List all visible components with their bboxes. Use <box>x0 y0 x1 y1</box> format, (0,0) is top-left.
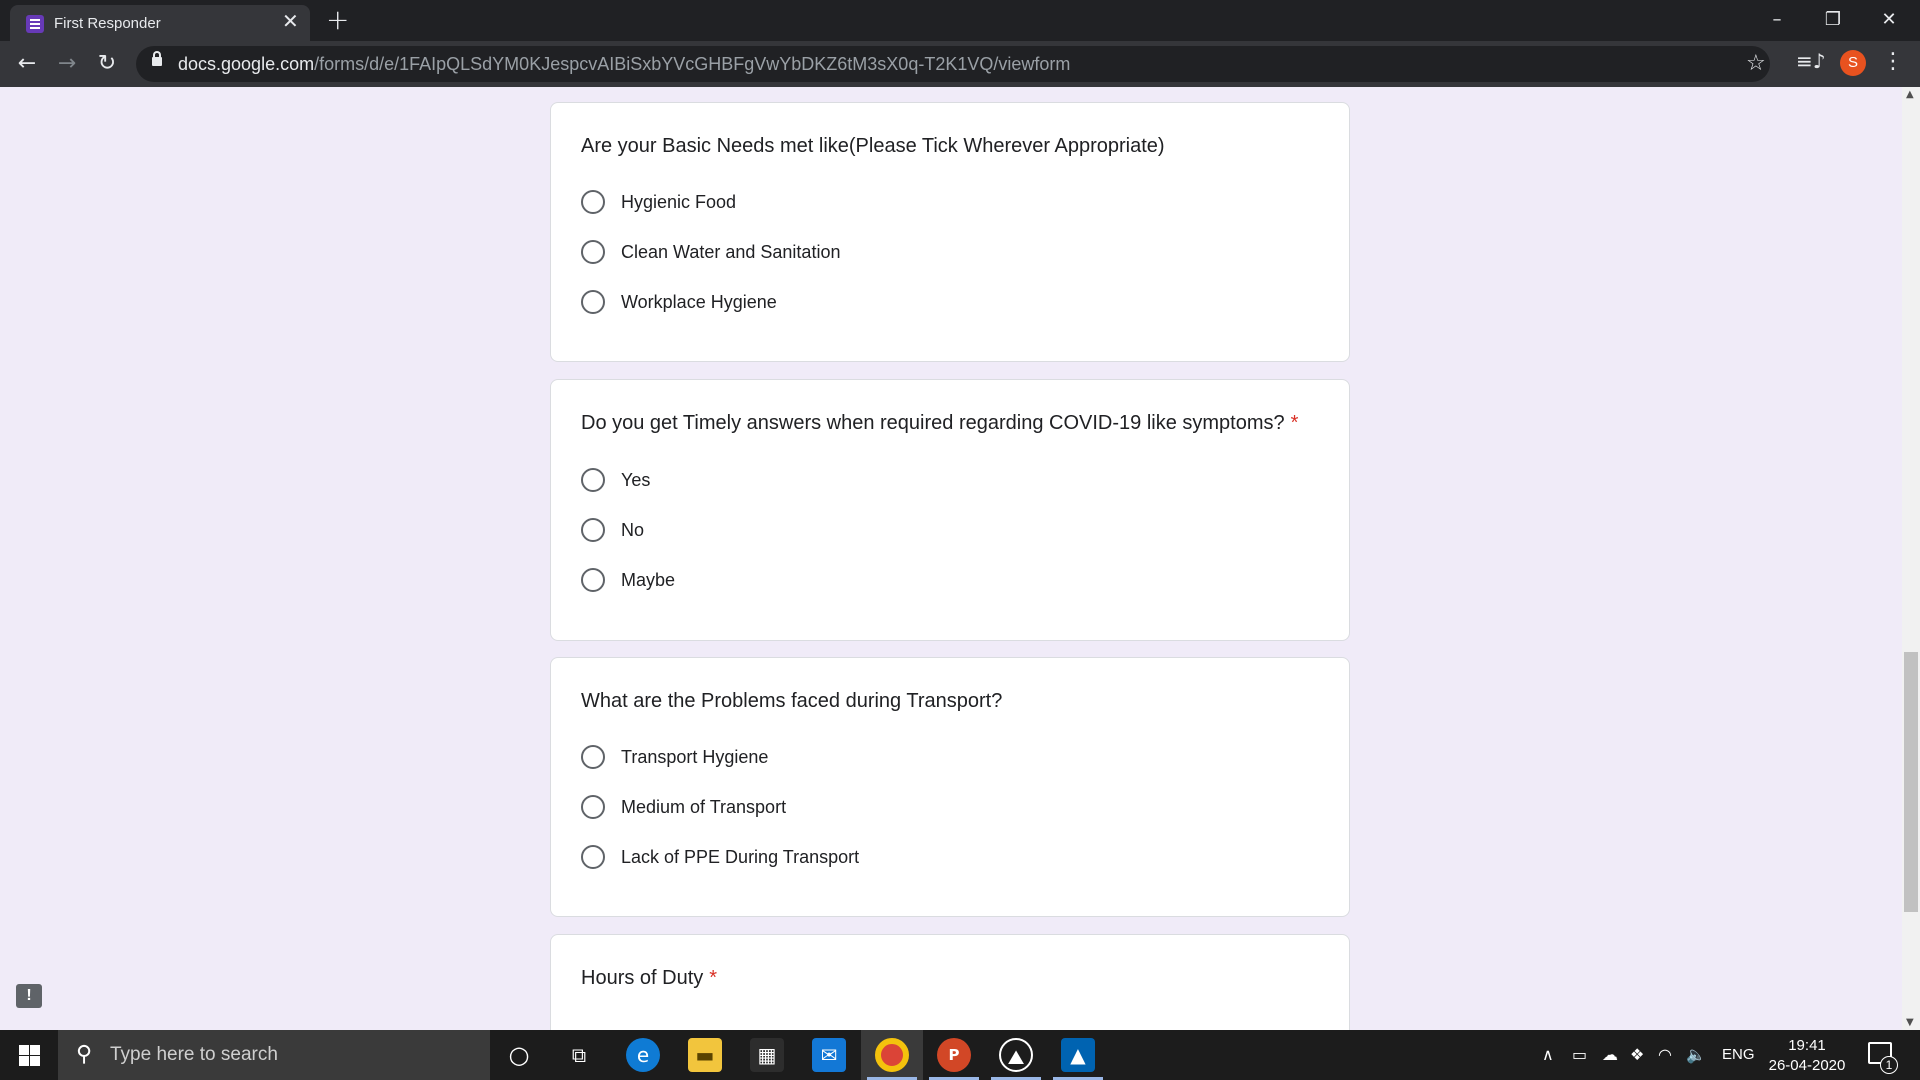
option-label: No <box>621 520 645 540</box>
onedrive-icon[interactable]: ☁ <box>1602 1045 1618 1064</box>
option-label: Yes <box>621 470 651 490</box>
url-text: docs.google.com/forms/d/e/1FAIpQLSdYM0KJ… <box>178 54 1070 75</box>
volume-icon[interactable]: 🔈 <box>1686 1045 1706 1064</box>
scroll-down-icon[interactable]: ▼ <box>1906 1017 1914 1028</box>
radio-button[interactable] <box>581 290 605 314</box>
scrollbar-thumb[interactable] <box>1904 652 1918 912</box>
report-feedback-icon[interactable]: ! <box>16 984 42 1008</box>
windows-taskbar: ⚲ Type here to search ○ ⧉ e ▬ ▦ ✉ P ⛰ ▲ … <box>0 1030 1920 1080</box>
photos-icon[interactable]: ▲ <box>1061 1038 1095 1072</box>
address-bar[interactable]: docs.google.com/forms/d/e/1FAIpQLSdYM0KJ… <box>136 46 1770 82</box>
bookmark-star-icon[interactable]: ☆ <box>1746 51 1766 76</box>
question-card: Do you get Timely answers when required … <box>550 379 1350 641</box>
question-title: Are your Basic Needs met like(Please Tic… <box>581 135 1165 157</box>
powerpoint-icon[interactable]: P <box>937 1038 971 1072</box>
browser-tab[interactable]: First Responder ✕ <box>10 5 310 41</box>
search-icon: ⚲ <box>76 1042 93 1067</box>
mail-icon[interactable]: ✉ <box>812 1038 846 1072</box>
profile-avatar[interactable]: S <box>1840 50 1866 76</box>
option-label: Medium of Transport <box>621 797 787 817</box>
lock-icon <box>152 51 162 66</box>
close-tab-icon[interactable]: ✕ <box>282 12 299 32</box>
radio-button[interactable] <box>581 745 605 769</box>
close-window-icon[interactable]: ✕ <box>1866 4 1912 36</box>
question-card: What are the Problems faced during Trans… <box>550 657 1350 917</box>
browser-toolbar: ← → ↻ docs.google.com/forms/d/e/1FAIpQLS… <box>0 41 1920 87</box>
notification-count-badge: 1 <box>1880 1056 1898 1074</box>
option-label: Clean Water and Sanitation <box>621 242 841 262</box>
google-forms-icon <box>26 15 44 33</box>
radio-button[interactable] <box>581 795 605 819</box>
option-label: Workplace Hygiene <box>621 292 777 312</box>
page-scrollbar[interactable]: ▲ ▼ <box>1902 87 1920 1030</box>
option-label: Hygienic Food <box>621 192 737 212</box>
question-card: Are your Basic Needs met like(Please Tic… <box>550 102 1350 362</box>
browser-menu-icon[interactable]: ⋮ <box>1882 49 1904 74</box>
edge-browser-icon[interactable]: e <box>626 1038 660 1072</box>
clock-time: 19:41 <box>1788 1037 1826 1054</box>
file-explorer-icon[interactable]: ▬ <box>688 1038 722 1072</box>
windows-start-icon[interactable] <box>0 1030 58 1080</box>
question-card: Hours of Duty * <box>550 934 1350 1030</box>
back-icon[interactable]: ← <box>12 49 42 79</box>
taskbar-search-box[interactable]: ⚲ Type here to search <box>58 1030 490 1080</box>
option-label: Lack of PPE During Transport <box>621 847 860 867</box>
restore-icon[interactable]: ❐ <box>1810 4 1856 36</box>
radio-button[interactable] <box>581 568 605 592</box>
show-hidden-icons-icon[interactable]: ∧ <box>1542 1045 1554 1064</box>
photos-app-icon[interactable]: ⛰ <box>999 1038 1033 1072</box>
reload-icon[interactable]: ↻ <box>92 49 122 79</box>
battery-icon[interactable]: ▭ <box>1572 1045 1587 1064</box>
forward-icon[interactable]: → <box>52 49 82 79</box>
required-asterisk: * <box>1290 412 1299 434</box>
wifi-icon[interactable]: ◠ <box>1658 1045 1672 1064</box>
tab-title: First Responder <box>54 15 161 32</box>
microsoft-store-icon[interactable]: ▦ <box>750 1038 784 1072</box>
question-title: Hours of Duty * <box>581 967 718 989</box>
question-title: Do you get Timely answers when required … <box>581 412 1299 434</box>
taskbar-search-placeholder: Type here to search <box>110 1044 278 1065</box>
dropbox-icon[interactable]: ❖ <box>1630 1045 1644 1064</box>
cortana-icon[interactable]: ○ <box>502 1038 536 1072</box>
radio-button[interactable] <box>581 190 605 214</box>
media-controls-icon[interactable]: ≡♪ <box>1796 49 1826 73</box>
required-asterisk: * <box>709 967 718 989</box>
minimize-icon[interactable]: – <box>1754 4 1800 36</box>
url-host: docs.google.com <box>178 54 315 74</box>
system-clock[interactable]: 19:41 26-04-2020 <box>1764 1036 1850 1076</box>
chrome-icon[interactable] <box>875 1038 909 1072</box>
option-label: Maybe <box>621 570 676 590</box>
new-tab-icon[interactable]: + <box>326 6 349 34</box>
tab-strip: First Responder ✕ + – ❐ ✕ <box>0 0 1920 41</box>
option-label: Transport Hygiene <box>621 747 769 767</box>
radio-button[interactable] <box>581 468 605 492</box>
page-viewport: Are your Basic Needs met like(Please Tic… <box>0 87 1902 1030</box>
radio-button[interactable] <box>581 518 605 542</box>
radio-button[interactable] <box>581 240 605 264</box>
task-view-icon[interactable]: ⧉ <box>562 1038 596 1072</box>
clock-date: 26-04-2020 <box>1768 1057 1846 1074</box>
scroll-up-icon[interactable]: ▲ <box>1906 89 1914 100</box>
radio-button[interactable] <box>581 845 605 869</box>
language-indicator[interactable]: ENG <box>1722 1046 1755 1063</box>
question-title: What are the Problems faced during Trans… <box>581 690 1003 712</box>
url-path: /forms/d/e/1FAIpQLSdYM0KJespcvAIBiSxbYVc… <box>314 54 1071 74</box>
